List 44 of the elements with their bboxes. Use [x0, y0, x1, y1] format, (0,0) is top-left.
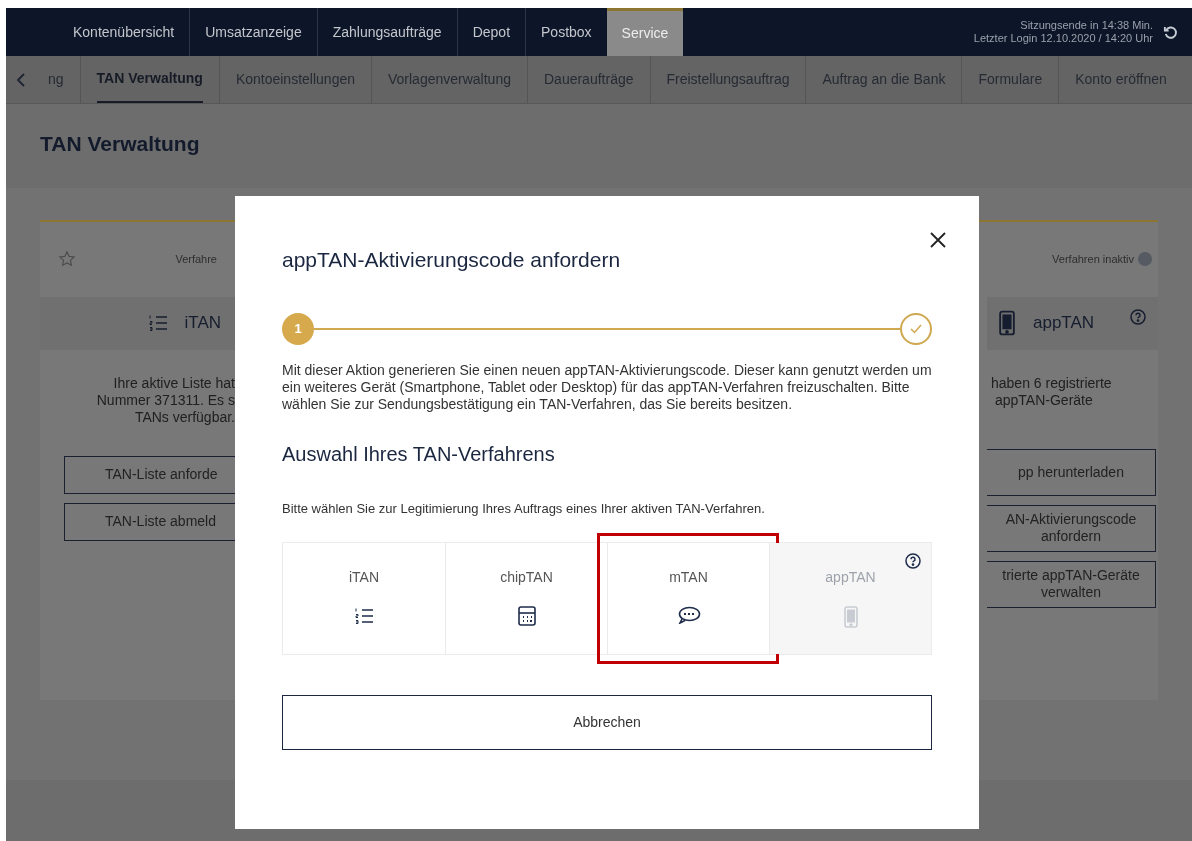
speech-bubble-icon	[676, 606, 701, 624]
sub-nav-tab[interactable]: TAN Verwaltung	[96, 56, 203, 103]
chevron-left-icon[interactable]	[16, 72, 26, 87]
method-title: iTAN	[184, 312, 221, 335]
close-icon[interactable]	[929, 230, 949, 250]
dialog-description: Mit dieser Aktion generieren Sie einen neuen appTAN-Aktivierungscode. Dieser kann genutzt werden um ein weiteres Gerät (Smartphone, Tablet oder Desktop) für das appTAN-Verfahren freizuschalten. Bitte wählen Sie zur Sendungsbestätigung ein TAN-Verfahren, das Sie bereits besitzen.	[282, 361, 932, 413]
page-title: TAN Verwaltung	[40, 131, 201, 157]
refresh-icon[interactable]	[1163, 24, 1178, 40]
step-number: 1	[282, 312, 314, 345]
sub-nav-tab[interactable]: Freistellungsauftrag	[666, 56, 790, 103]
outline-button[interactable]: AN-Aktivierungscode anfordern	[987, 504, 1156, 552]
method-description: haben 6 registrierte appTAN-Geräte	[990, 374, 1113, 409]
calculator-icon	[517, 606, 536, 626]
numbered-list-icon	[354, 606, 374, 626]
phone-icon	[999, 310, 1015, 336]
star-icon[interactable]	[58, 250, 76, 268]
nav-tab[interactable]: Kontenübersicht	[58, 8, 190, 56]
option-label: chipTAN	[500, 568, 553, 587]
sub-nav-tab[interactable]: Auftrag an die Bank	[822, 56, 946, 103]
option-label: mTAN	[669, 568, 708, 587]
instruction-text: Bitte wählen Sie zur Legitimierung Ihres Auftrags eines Ihrer aktiven TAN-Verfahren.	[282, 499, 766, 518]
outline-button[interactable]: pp herunterladen	[987, 448, 1156, 496]
sub-nav-tab[interactable]: Formulare	[978, 56, 1043, 103]
numbered-list-icon	[148, 313, 169, 333]
status-label: Verfahren inaktiv	[1052, 251, 1134, 267]
dialog-title: appTAN-Aktivierungscode anfordern	[282, 247, 622, 273]
method-title: appTAN	[1033, 312, 1095, 335]
outline-button[interactable]: TAN-Liste anforde	[64, 455, 235, 494]
outline-button[interactable]: TAN-Liste abmeld	[64, 502, 235, 541]
sub-nav-tab[interactable]: ng	[48, 56, 64, 103]
sub-nav-tab[interactable]: Vorlagenverwaltung	[388, 56, 511, 103]
section-heading: Auswahl Ihres TAN-Verfahrens	[282, 441, 556, 467]
status-label: Verfahre	[175, 251, 217, 267]
sub-nav-tab[interactable]: Daueraufträge	[544, 56, 634, 103]
phone-icon	[843, 606, 858, 628]
option-label: appTAN	[825, 568, 876, 587]
nav-tab[interactable]: Service	[606, 8, 684, 56]
session-info: Sitzungsende in 14:38 Min. Letzter Login 12.10.2020 / 14:20 Uhr	[973, 19, 1153, 45]
option-label: iTAN	[348, 568, 380, 587]
sub-nav-tab[interactable]: Konto eröffnen	[1075, 56, 1167, 103]
method-description: Ihre aktive Liste hat Nummer 371311. Es s TANs verfügbar.	[95, 374, 235, 426]
outline-button[interactable]: trierte appTAN-Geräte verwalten	[987, 560, 1156, 608]
cancel-button[interactable]: Abbrechen	[282, 695, 932, 750]
sub-nav-tab[interactable]: Kontoeinstellungen	[235, 56, 355, 103]
